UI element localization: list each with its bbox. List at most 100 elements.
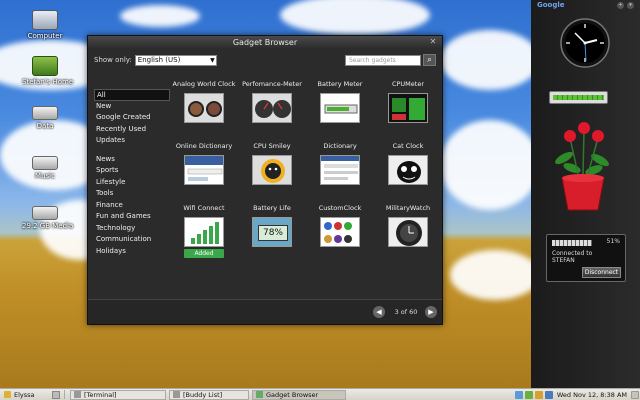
performance-meter-thumbnail (252, 93, 292, 123)
gadget-tile[interactable]: Wifi Connect Added (170, 204, 238, 258)
category-sports[interactable]: Sports (94, 165, 170, 177)
network-icon[interactable] (514, 390, 523, 399)
taskbar-terminal[interactable]: [Terminal] (70, 389, 166, 400)
taskbar: Elyssa [Terminal] [Buddy List] Gadget Br… (0, 388, 640, 400)
dictionary-thumbnail (320, 155, 360, 185)
show-desktop-icon[interactable] (52, 390, 60, 399)
search-input[interactable]: Search gadgets (345, 54, 421, 66)
gadget-name: Battery Meter (317, 80, 363, 88)
search-button[interactable]: ⌕ (423, 54, 436, 66)
gadget-name: Perfomance-Meter (242, 80, 302, 88)
window-titlebar[interactable]: Gadget Browser ✕ (88, 36, 442, 49)
buddy-list-icon (173, 391, 180, 398)
category-recently-used[interactable]: Recently Used (94, 124, 170, 136)
language-select[interactable]: English (US) ▼ (134, 54, 217, 66)
wifi-signal-meter (552, 240, 592, 246)
gadget-tile[interactable]: Cat Clock (374, 142, 442, 185)
battery-life-thumbnail: 78% (252, 217, 292, 247)
gadget-name: CPUMeter (391, 80, 425, 88)
desktop-icon-media[interactable]: 29.2 GB Media (22, 200, 74, 230)
added-badge[interactable]: Added (184, 249, 224, 258)
custom-clock-thumbnail (320, 217, 360, 247)
update-icon[interactable] (524, 390, 533, 399)
desktop-icon-home[interactable]: Stefan's Home (22, 56, 74, 86)
desktop-icon-computer[interactable]: Computer (22, 10, 68, 40)
gadget-tile[interactable]: CPU Smiley (238, 142, 306, 185)
desktop-icon-label: Stefan's Home (22, 78, 74, 86)
volume-icon[interactable] (534, 390, 543, 399)
computer-icon (32, 10, 58, 30)
gadget-name: Wifi Connect (183, 204, 225, 212)
disconnect-button[interactable]: Disconnect (582, 267, 621, 278)
desktop-icon-data[interactable]: Data (22, 100, 68, 130)
drive-icon (32, 106, 58, 120)
category-google-created[interactable]: Google Created (94, 112, 170, 124)
desktop-icon-music[interactable]: Music (22, 150, 68, 180)
category-new[interactable]: New (94, 101, 170, 113)
gadget-tile[interactable]: Analog World Clock (170, 80, 238, 123)
category-finance[interactable]: Finance (94, 200, 170, 212)
search-icon: ⌕ (427, 55, 432, 64)
category-communication[interactable]: Communication (94, 234, 170, 246)
flower-pot-gadget[interactable] (550, 118, 616, 214)
desktop-icon-label: 29.2 GB Media (22, 222, 74, 230)
user-menu[interactable]: Elyssa (0, 391, 50, 399)
military-watch-thumbnail (388, 217, 428, 247)
menu-icon[interactable]: ▾ (627, 2, 634, 9)
terminal-icon (74, 391, 81, 398)
clock-date[interactable]: Wed Nov 12, 8:38 AM (554, 391, 630, 399)
category-all[interactable]: All (94, 89, 170, 101)
category-holidays[interactable]: Holidays (94, 246, 170, 258)
gadget-tile[interactable]: Battery Life 78% (238, 204, 306, 247)
google-sidebar: Google + ▾ 51% Connected to STEFAN Disco… (531, 0, 640, 388)
show-only-label: Show only: (94, 56, 132, 64)
wifi-status: Connected to STEFAN (552, 250, 592, 264)
chevron-down-icon: ▼ (210, 56, 215, 64)
taskbar-item-label: Gadget Browser (266, 390, 319, 399)
gadget-browser-window: Gadget Browser ✕ Show only: English (US)… (87, 35, 443, 325)
gadget-name: Cat Clock (392, 142, 424, 150)
gadget-tile[interactable]: Battery Meter (306, 80, 374, 123)
gadget-name: CustomClock (318, 204, 362, 212)
category-technology[interactable]: Technology (94, 223, 170, 235)
category-fun-and-games[interactable]: Fun and Games (94, 211, 170, 223)
cpu-smiley-thumbnail (252, 155, 292, 185)
add-gadget-icon[interactable]: + (617, 2, 624, 9)
gadget-toolbar: Show only: English (US) ▼ Search gadgets… (88, 49, 442, 71)
category-list: All New Google Created Recently Used Upd… (94, 89, 170, 257)
prev-page-button[interactable]: ◀ (373, 306, 385, 318)
close-icon[interactable]: ✕ (428, 37, 438, 47)
gadget-tile[interactable]: Dictionary (306, 142, 374, 185)
drive-icon (32, 156, 58, 170)
system-tray: Wed Nov 12, 8:38 AM (514, 390, 640, 399)
gadget-tile[interactable]: Online Dictionary (170, 142, 238, 185)
user-name: Elyssa (14, 390, 35, 399)
wifi-network-name: STEFAN (552, 257, 575, 264)
pagination-bar: ◀ 3 of 60 ▶ (88, 299, 442, 324)
battery-meter-gadget[interactable] (549, 91, 608, 104)
wifi-percent: 51% (606, 238, 620, 245)
taskbar-buddy-list[interactable]: [Buddy List] (169, 389, 249, 400)
battery-tray-icon[interactable] (544, 390, 553, 399)
wifi-connect-thumbnail (184, 217, 224, 247)
category-lifestyle[interactable]: Lifestyle (94, 177, 170, 189)
category-news[interactable]: News (94, 154, 170, 166)
power-icon[interactable] (631, 390, 639, 399)
next-page-button[interactable]: ▶ (425, 306, 437, 318)
gadget-name: Analog World Clock (172, 80, 236, 88)
gadget-tile[interactable]: CPUMeter (374, 80, 442, 123)
gadget-name: Battery Life (253, 204, 291, 212)
gadget-tile[interactable]: Perfomance-Meter (238, 80, 306, 123)
analog-clock-gadget[interactable] (560, 18, 610, 68)
taskbar-gadget-browser[interactable]: Gadget Browser (252, 389, 346, 400)
gadget-tile[interactable]: CustomClock (306, 204, 374, 247)
gadget-browser-icon (256, 391, 263, 398)
category-updates[interactable]: Updates (94, 135, 170, 147)
page-indicator: 3 of 60 (394, 308, 418, 316)
google-logo: Google (537, 1, 565, 9)
desktop-icon-label: Computer (27, 32, 63, 40)
gadget-tile[interactable]: MilitaryWatch (374, 204, 442, 247)
category-tools[interactable]: Tools (94, 188, 170, 200)
chevron-right-icon: ▶ (428, 308, 434, 316)
wifi-connect-gadget: 51% Connected to STEFAN Disconnect (546, 234, 626, 282)
